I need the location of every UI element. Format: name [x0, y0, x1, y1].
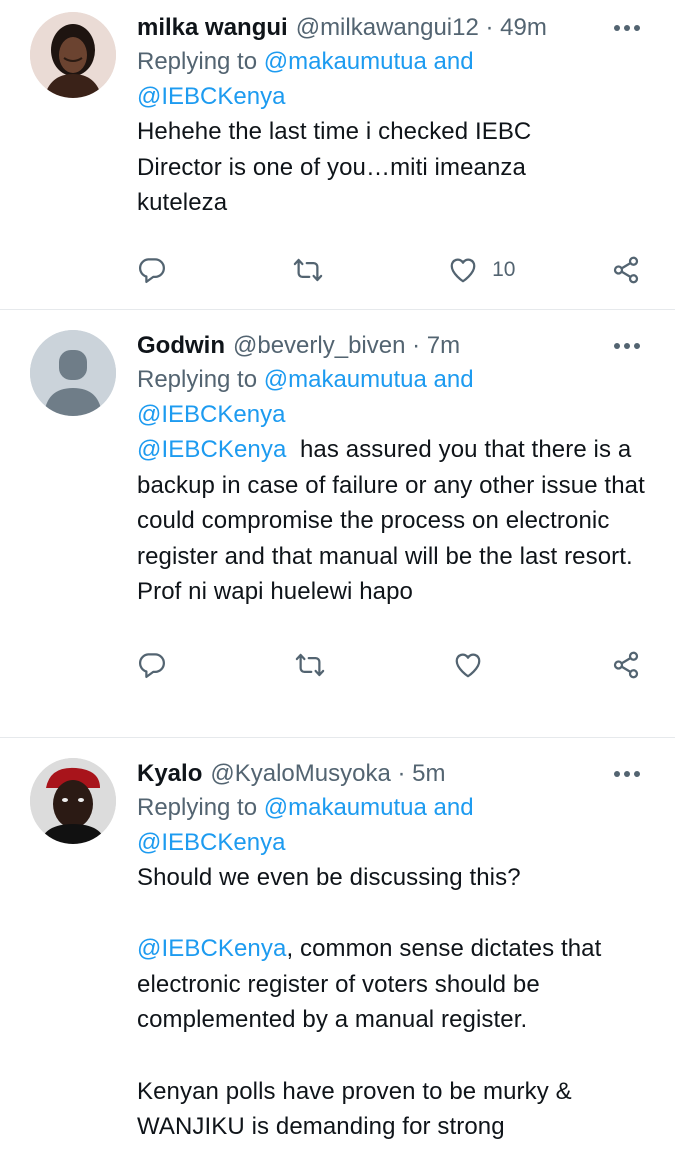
avatar[interactable] [30, 12, 116, 98]
more-icon [614, 25, 640, 31]
avatar-image [30, 12, 116, 98]
more-button[interactable] [609, 12, 645, 44]
retweet-button[interactable] [293, 255, 353, 285]
like-icon [450, 258, 476, 283]
avatar-column [30, 758, 137, 1145]
tweet-header: Kyalo @KyaloMusyoka · 5m [137, 758, 645, 790]
tweet-text: Hehehe the last time i checked IEBC Dire… [137, 114, 577, 221]
like-button[interactable]: 10 [448, 255, 515, 285]
tweet-text-paragraph: Hehehe the last time i checked IEBC Dire… [137, 118, 532, 217]
reply-icon [139, 653, 165, 678]
reply-mention-1[interactable]: @makaumutua [264, 48, 427, 75]
reply-and: and [433, 366, 474, 393]
avatar[interactable] [30, 330, 116, 416]
tweet-body: Kyalo @KyaloMusyoka · 5m Replying to @ma… [137, 758, 645, 1145]
reply-button[interactable] [137, 650, 197, 680]
tweet-text: Should we even be discussing this? @IEBC… [137, 860, 645, 1145]
share-button[interactable] [611, 650, 641, 680]
share-icon [613, 256, 639, 284]
user-handle[interactable]: @milkawangui12 [296, 14, 479, 41]
retweet-icon [295, 653, 325, 677]
tweet[interactable]: Kyalo @KyaloMusyoka · 5m Replying to @ma… [0, 738, 675, 1145]
more-button[interactable] [609, 758, 645, 790]
tweet-actions [137, 610, 645, 720]
display-name[interactable]: Godwin [137, 330, 225, 362]
retweet-button[interactable] [295, 650, 355, 680]
replying-to: Replying to @makaumutua and @IEBCKenya [137, 44, 645, 114]
reply-mention-2[interactable]: @IEBCKenya [137, 401, 285, 428]
tweet-text-paragraph: Kenyan polls have proven to be murky & W… [137, 1077, 572, 1141]
avatar-column [30, 12, 137, 309]
tweet-time[interactable]: 5m [412, 760, 445, 787]
separator: · [485, 14, 494, 41]
more-icon [614, 343, 640, 349]
timeline: milka wangui @milkawangui12 · 49m Replyi… [0, 0, 675, 1149]
tweet-body: milka wangui @milkawangui12 · 49m Replyi… [137, 12, 645, 309]
separator: · [397, 760, 406, 787]
reply-mention-1[interactable]: @makaumutua [264, 366, 427, 393]
avatar[interactable] [30, 758, 116, 844]
replying-to: Replying to @makaumutua and @IEBCKenya [137, 790, 645, 860]
text-mention[interactable]: @IEBCKenya [137, 436, 286, 463]
reply-mention-2[interactable]: @IEBCKenya [137, 83, 285, 110]
tweet-actions: 10 [137, 221, 645, 319]
replying-label: Replying to [137, 366, 258, 393]
reply-mention-1[interactable]: @makaumutua [264, 794, 427, 821]
more-icon [614, 771, 640, 777]
handle-and-time: @KyaloMusyoka · 5m [210, 758, 445, 790]
tweet[interactable]: milka wangui @milkawangui12 · 49m Replyi… [0, 0, 675, 310]
display-name[interactable]: Kyalo [137, 758, 202, 790]
tweet-text-paragraph: @IEBCKenya has assured you that there is… [137, 432, 645, 610]
handle-and-time: @beverly_biven · 7m [233, 330, 460, 362]
share-icon [613, 651, 639, 679]
handle-and-time: @milkawangui12 · 49m [296, 12, 547, 44]
replying-to: Replying to @makaumutua and @IEBCKenya [137, 362, 645, 432]
like-button[interactable] [453, 650, 513, 680]
text-mention[interactable]: @IEBCKenya [137, 935, 286, 962]
like-count: 10 [492, 257, 516, 281]
tweet-text-paragraph: @IEBCKenya, common sense dictates that e… [137, 931, 645, 1038]
like-icon [455, 653, 481, 678]
default-profile-icon [30, 330, 116, 416]
retweet-icon [293, 258, 322, 281]
display-name[interactable]: milka wangui [137, 12, 288, 44]
tweet-time[interactable]: 49m [500, 14, 547, 41]
tweet-header: milka wangui @milkawangui12 · 49m [137, 12, 645, 44]
tweet-time[interactable]: 7m [427, 332, 460, 359]
user-handle[interactable]: @KyaloMusyoka [210, 760, 390, 787]
reply-icon [139, 258, 165, 283]
avatar-image [30, 758, 116, 844]
reply-button[interactable] [137, 255, 197, 285]
avatar-column [30, 330, 137, 737]
tweet-text-paragraph: Should we even be discussing this? [137, 864, 521, 891]
replying-label: Replying to [137, 48, 258, 75]
reply-and: and [433, 794, 474, 821]
separator: · [412, 332, 421, 359]
user-handle[interactable]: @beverly_biven [233, 332, 405, 359]
replying-label: Replying to [137, 794, 258, 821]
more-button[interactable] [609, 330, 645, 362]
tweet-text: @IEBCKenya has assured you that there is… [137, 432, 645, 610]
reply-mention-2[interactable]: @IEBCKenya [137, 829, 285, 856]
share-button[interactable] [611, 255, 641, 285]
tweet-body: Godwin @beverly_biven · 7m Replying to @… [137, 330, 645, 737]
tweet[interactable]: Godwin @beverly_biven · 7m Replying to @… [0, 310, 675, 738]
tweet-header: Godwin @beverly_biven · 7m [137, 330, 645, 362]
reply-and: and [433, 48, 474, 75]
